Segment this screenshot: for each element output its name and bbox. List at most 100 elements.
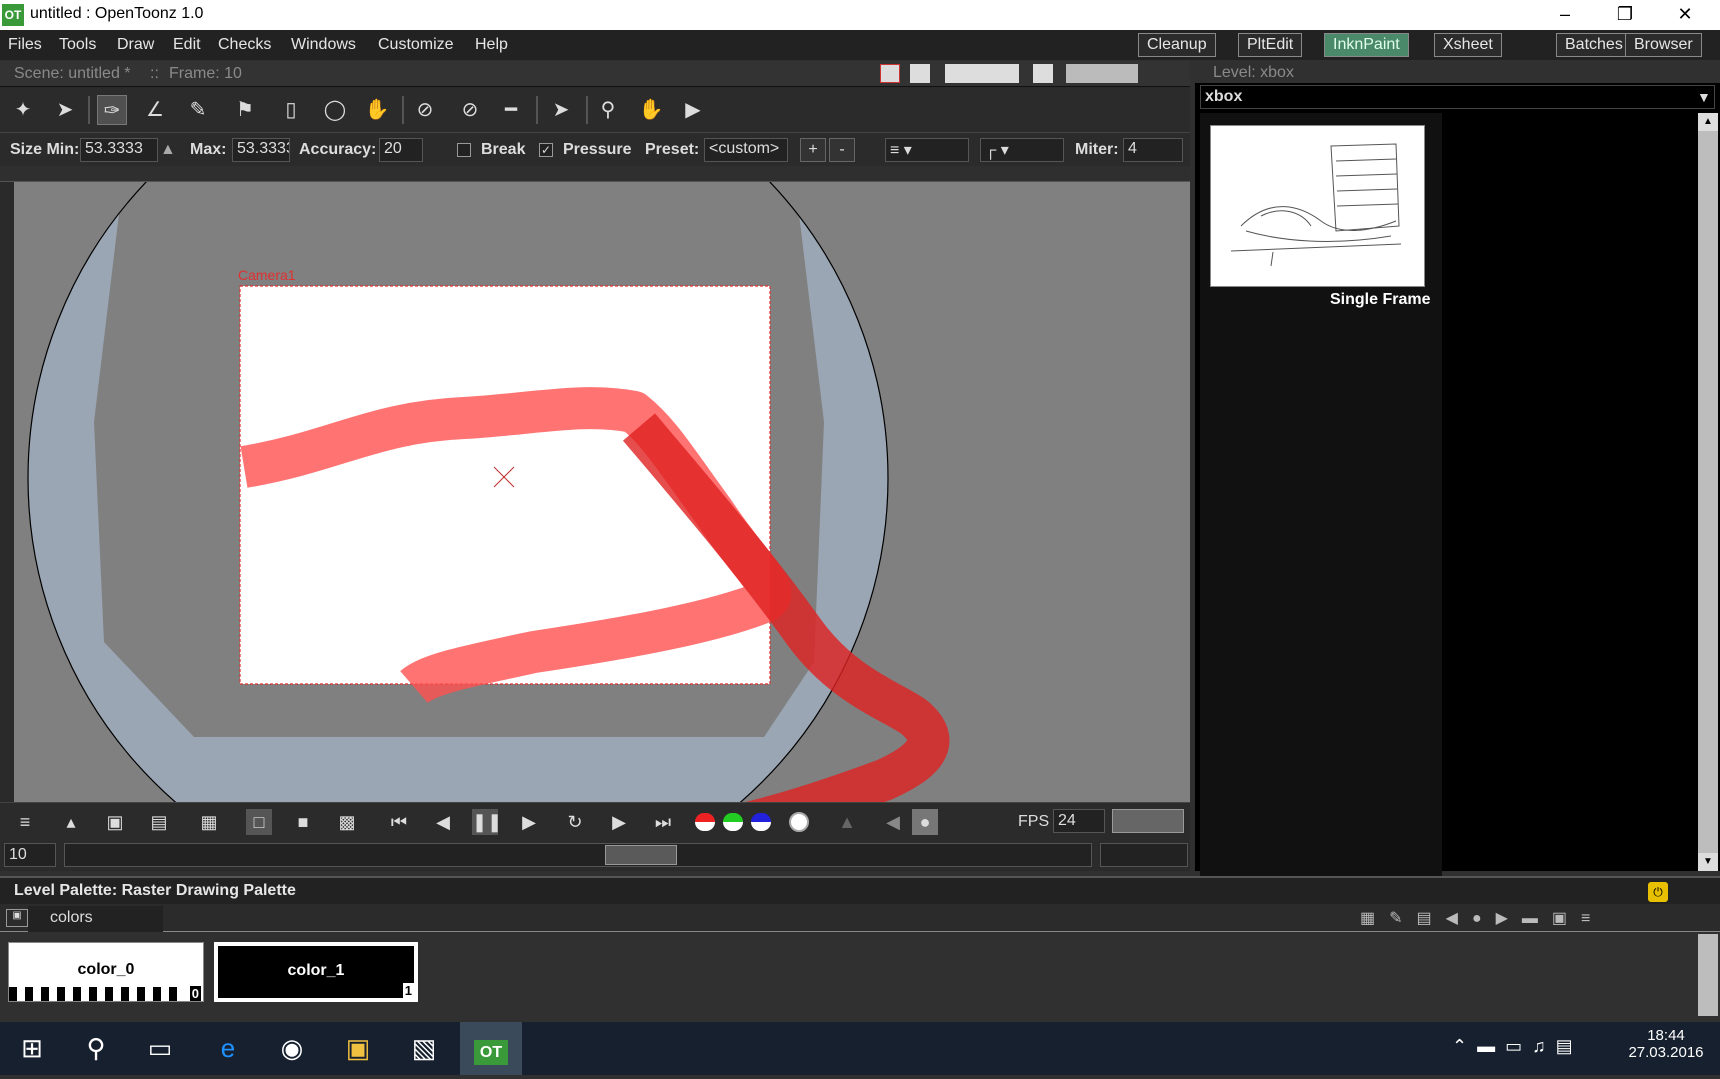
start-icon[interactable]: ⊞ [2,1022,62,1075]
marker-icon[interactable]: ● [912,809,938,835]
chevron-down-icon[interactable]: ▼ [1697,89,1711,105]
menu-customize[interactable]: Customize [378,36,454,54]
clock[interactable]: 18:44 27.03.2016 [1626,1027,1706,1061]
control-point-editor-icon[interactable]: ➤ [546,95,576,125]
palette-scrollbar[interactable] [1698,934,1718,1016]
max-field[interactable]: 53.3333 [232,138,290,162]
frame-slider-handle[interactable] [605,845,677,865]
fps-slider[interactable] [1112,809,1184,833]
edge-icon[interactable]: e [198,1022,258,1075]
ruler-tool-icon[interactable]: ━ [496,95,526,125]
type-tool-icon[interactable]: ✎ [183,95,213,125]
alpha-channel-icon[interactable] [789,812,809,832]
menu-icon[interactable]: ≡ [12,809,38,835]
scroll-down-icon[interactable]: ▼ [1698,853,1718,871]
store-icon[interactable]: ▧ [394,1022,454,1075]
menu-edit[interactable]: Edit [173,36,201,54]
join-style-dropdown[interactable]: ┌ ▾ [980,138,1064,162]
style-picker-icon[interactable]: ⊘ [410,95,440,125]
accuracy-field[interactable]: 20 [379,138,423,162]
room-browser[interactable]: Browser [1625,33,1702,57]
white-bg-icon[interactable]: □ [246,809,272,835]
scroll-up-icon[interactable]: ▲ [1698,113,1718,131]
task-view-icon[interactable]: ▭ [130,1022,190,1075]
frame-slider[interactable] [64,843,1092,867]
room-cleanup[interactable]: Cleanup [1138,33,1216,57]
menu-draw[interactable]: Draw [117,36,154,54]
menu-help[interactable]: Help [475,36,508,54]
level-frame-thumbnail[interactable] [1210,125,1425,287]
next-frame-icon[interactable]: ▶ [606,809,632,835]
last-frame-icon[interactable]: ⏭ [650,809,676,835]
power-icon[interactable]: ⏻ [1648,882,1668,902]
blue-channel-icon[interactable] [751,813,771,831]
histogram-icon[interactable]: ▦ [196,809,222,835]
finger-tool-icon[interactable]: ✋ [362,95,392,125]
fps-field[interactable]: 24 [1053,809,1105,833]
minimize-button[interactable]: – [1538,0,1592,30]
pause-icon[interactable]: ❚❚ [472,809,502,835]
color-chip-1[interactable]: color_1 1 [214,942,418,1002]
preset-dropdown[interactable]: <custom> [704,138,788,162]
palette-toolbar-icons[interactable]: ▦✎▤◀●▶▬▣≡ [1360,908,1700,928]
rgb-picker-icon[interactable]: ⊘ [455,95,485,125]
room-batches[interactable]: Batches [1556,33,1632,57]
menu-windows[interactable]: Windows [291,36,356,54]
remove-preset-button[interactable]: - [829,138,855,162]
tape-tool-icon[interactable]: ◯ [320,95,350,125]
selection-tool-icon[interactable]: ➤ [50,95,80,125]
field-guide-icon[interactable] [910,64,930,83]
miter-field[interactable]: 4 [1123,138,1183,162]
restore-button[interactable]: ❐ [1598,0,1652,30]
loop-icon[interactable]: ↻ [562,809,588,835]
red-channel-icon[interactable] [695,813,715,831]
pressure-checkbox[interactable]: ✓ [539,143,553,157]
zoom-tool-icon[interactable]: ⚲ [593,95,623,125]
preview-toggle-icons[interactable] [1066,64,1138,83]
snapshot-icon[interactable]: ▴ [58,809,84,835]
prev-frame-icon[interactable]: ◀ [430,809,456,835]
camera-view-icons[interactable] [945,64,1019,83]
room-xsheet[interactable]: Xsheet [1434,33,1502,57]
animate-tool-icon[interactable]: ✦ [8,95,38,125]
level-dropdown[interactable]: xbox [1200,85,1715,109]
size-min-field[interactable]: 53.3333 [80,138,158,162]
safe-area-icon[interactable] [880,64,900,83]
close-button[interactable]: ✕ [1658,0,1712,30]
green-channel-icon[interactable] [723,813,743,831]
frame-extra-field[interactable] [1100,843,1188,867]
camera-icon[interactable]: ▣ [102,809,128,835]
room-inknpaint[interactable]: InknPaint [1324,33,1409,57]
first-frame-icon[interactable]: ⏮ [386,809,412,835]
geometric-tool-icon[interactable]: ∠ [140,95,170,125]
more-tools-arrow-icon[interactable]: ▶ [678,95,708,125]
brush-tool-icon[interactable]: ✑ [97,95,127,125]
system-tray-icons[interactable]: ⌃▬▭♫▤ [1452,1036,1602,1060]
black-bg-icon[interactable]: ■ [290,809,316,835]
tab-colors[interactable]: colors [28,906,163,932]
play-icon[interactable]: ▶ [516,809,542,835]
frame-field[interactable]: 10 [4,843,56,867]
menu-tools[interactable]: Tools [59,36,96,54]
prev-marker-icon[interactable]: ◀ [880,809,906,835]
room-pltedit[interactable]: PltEdit [1238,33,1303,57]
eraser-tool-icon[interactable]: ▯ [276,95,306,125]
level-strip-scrollbar[interactable]: ▲ ▼ [1698,113,1718,871]
menu-files[interactable]: Files [8,36,42,54]
opentoonz-taskbar-icon[interactable]: OT [460,1022,522,1075]
fill-tool-icon[interactable]: ⚑ [230,95,260,125]
checker-bg-icon[interactable]: ▩ [334,809,360,835]
file-explorer-icon[interactable]: ▣ [328,1022,388,1075]
color-chip-0[interactable]: color_0 0 [8,942,204,1002]
link-slider-icon[interactable]: ▲ [160,141,176,159]
cap-style-dropdown[interactable]: ≡ ▾ [885,138,969,162]
palette-lock-icon[interactable]: ▣ [6,909,28,927]
freeze-icon[interactable] [1033,64,1053,83]
steam-icon[interactable]: ◉ [262,1022,322,1075]
menu-checks[interactable]: Checks [218,36,271,54]
compare-icon[interactable]: ▤ [146,809,172,835]
drawing-canvas[interactable]: Camera1 [14,182,1190,802]
add-preset-button[interactable]: + [800,138,826,162]
search-icon[interactable]: ⚲ [66,1022,126,1075]
hand-tool-icon[interactable]: ✋ [636,95,666,125]
